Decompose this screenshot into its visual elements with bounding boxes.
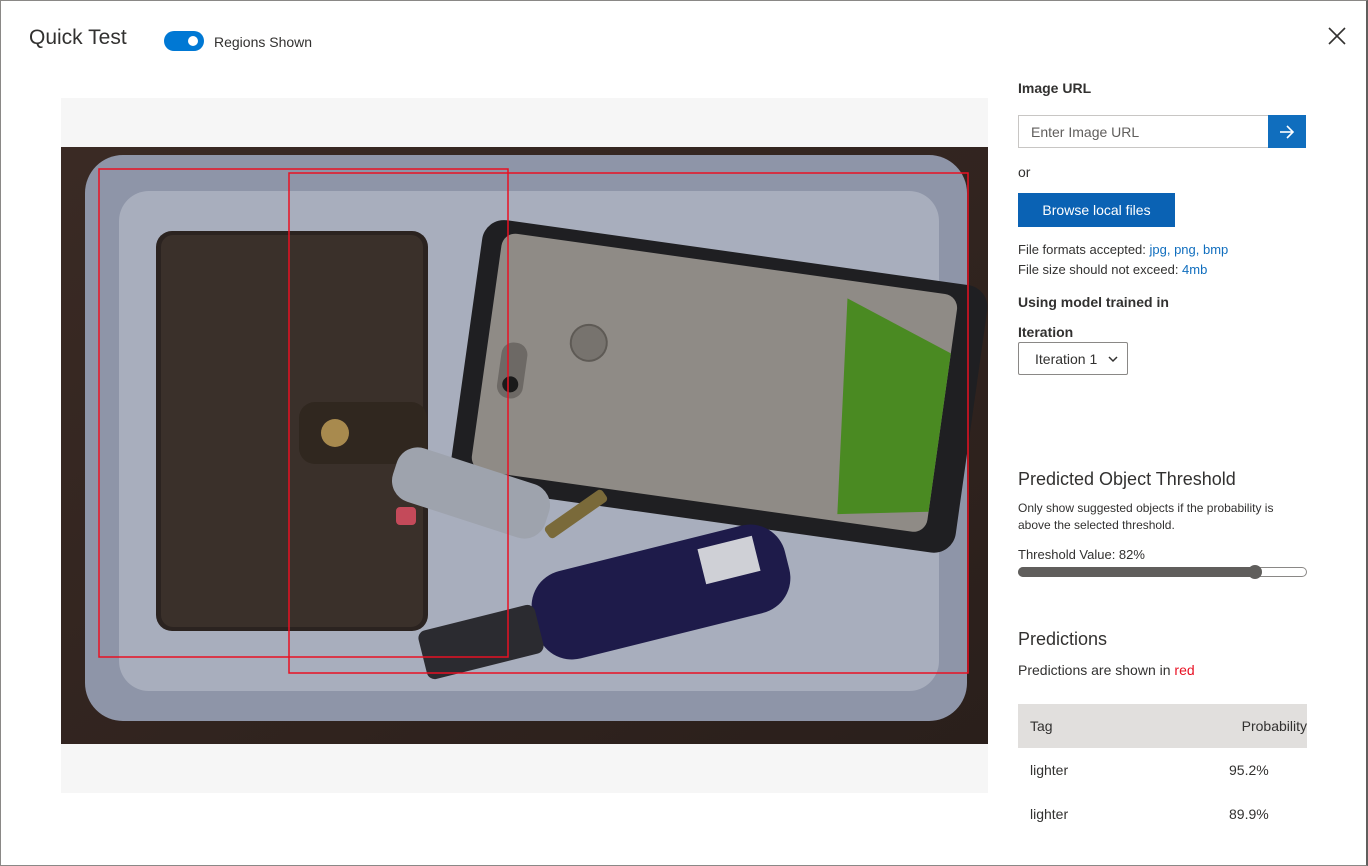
file-formats-prefix: File formats accepted: bbox=[1018, 242, 1150, 257]
image-canvas bbox=[61, 98, 988, 793]
iteration-selected-value: Iteration 1 bbox=[1035, 350, 1098, 367]
row-tag: lighter bbox=[1030, 762, 1069, 778]
column-header-tag: Tag bbox=[1030, 718, 1053, 734]
iteration-label: Iteration bbox=[1018, 324, 1074, 340]
file-formats-info: File formats accepted: jpg, png, bmp bbox=[1018, 242, 1228, 257]
row-probability: 89.9% bbox=[1229, 806, 1269, 822]
threshold-value-text: Threshold Value: 82% bbox=[1018, 547, 1145, 562]
close-button[interactable] bbox=[1326, 25, 1348, 47]
threshold-description: Only show suggested objects if the proba… bbox=[1018, 501, 1274, 532]
test-image-illustration bbox=[61, 147, 988, 744]
predictions-shown-prefix: Predictions are shown in bbox=[1018, 662, 1175, 678]
model-trained-label: Using model trained in bbox=[1018, 294, 1169, 310]
or-separator: or bbox=[1018, 164, 1031, 180]
predictions-title: Predictions bbox=[1018, 629, 1108, 649]
browse-local-files-button[interactable]: Browse local files bbox=[1018, 193, 1175, 227]
submit-url-button[interactable] bbox=[1268, 115, 1306, 148]
toggle-knob bbox=[188, 36, 198, 46]
image-url-label: Image URL bbox=[1018, 80, 1092, 96]
table-row[interactable]: lighter 89.9% bbox=[1018, 792, 1307, 836]
regions-shown-toggle[interactable] bbox=[164, 31, 204, 51]
slider-fill bbox=[1018, 567, 1255, 577]
file-size-prefix: File size should not exceed: bbox=[1018, 262, 1183, 277]
column-header-probability: Probability bbox=[1241, 718, 1307, 734]
predictions-color-note: Predictions are shown in red bbox=[1018, 662, 1195, 678]
arrow-right-icon bbox=[1280, 124, 1295, 139]
test-image bbox=[61, 147, 988, 744]
regions-shown-label: Regions Shown bbox=[214, 34, 313, 50]
slider-thumb[interactable] bbox=[1247, 565, 1262, 579]
file-size-value: 4mb bbox=[1182, 262, 1208, 277]
file-formats-value: jpg, png, bmp bbox=[1149, 242, 1229, 257]
threshold-slider[interactable] bbox=[1018, 565, 1307, 579]
iteration-select[interactable]: Iteration 1 bbox=[1018, 342, 1128, 375]
row-tag: lighter bbox=[1030, 806, 1069, 822]
image-url-input[interactable] bbox=[1018, 115, 1268, 148]
close-icon bbox=[1328, 27, 1346, 45]
predictions-table: Tag Probability lighter 95.2% lighter 89… bbox=[1018, 704, 1307, 836]
table-row[interactable]: lighter 95.2% bbox=[1018, 748, 1307, 792]
table-header: Tag Probability bbox=[1018, 704, 1307, 748]
threshold-title: Predicted Object Threshold bbox=[1018, 469, 1236, 489]
row-probability: 95.2% bbox=[1229, 762, 1269, 778]
file-size-info: File size should not exceed: 4mb bbox=[1018, 262, 1207, 277]
predictions-color-word: red bbox=[1174, 662, 1195, 678]
chevron-down-icon bbox=[1108, 356, 1118, 363]
dialog-title: Quick Test bbox=[29, 26, 127, 49]
